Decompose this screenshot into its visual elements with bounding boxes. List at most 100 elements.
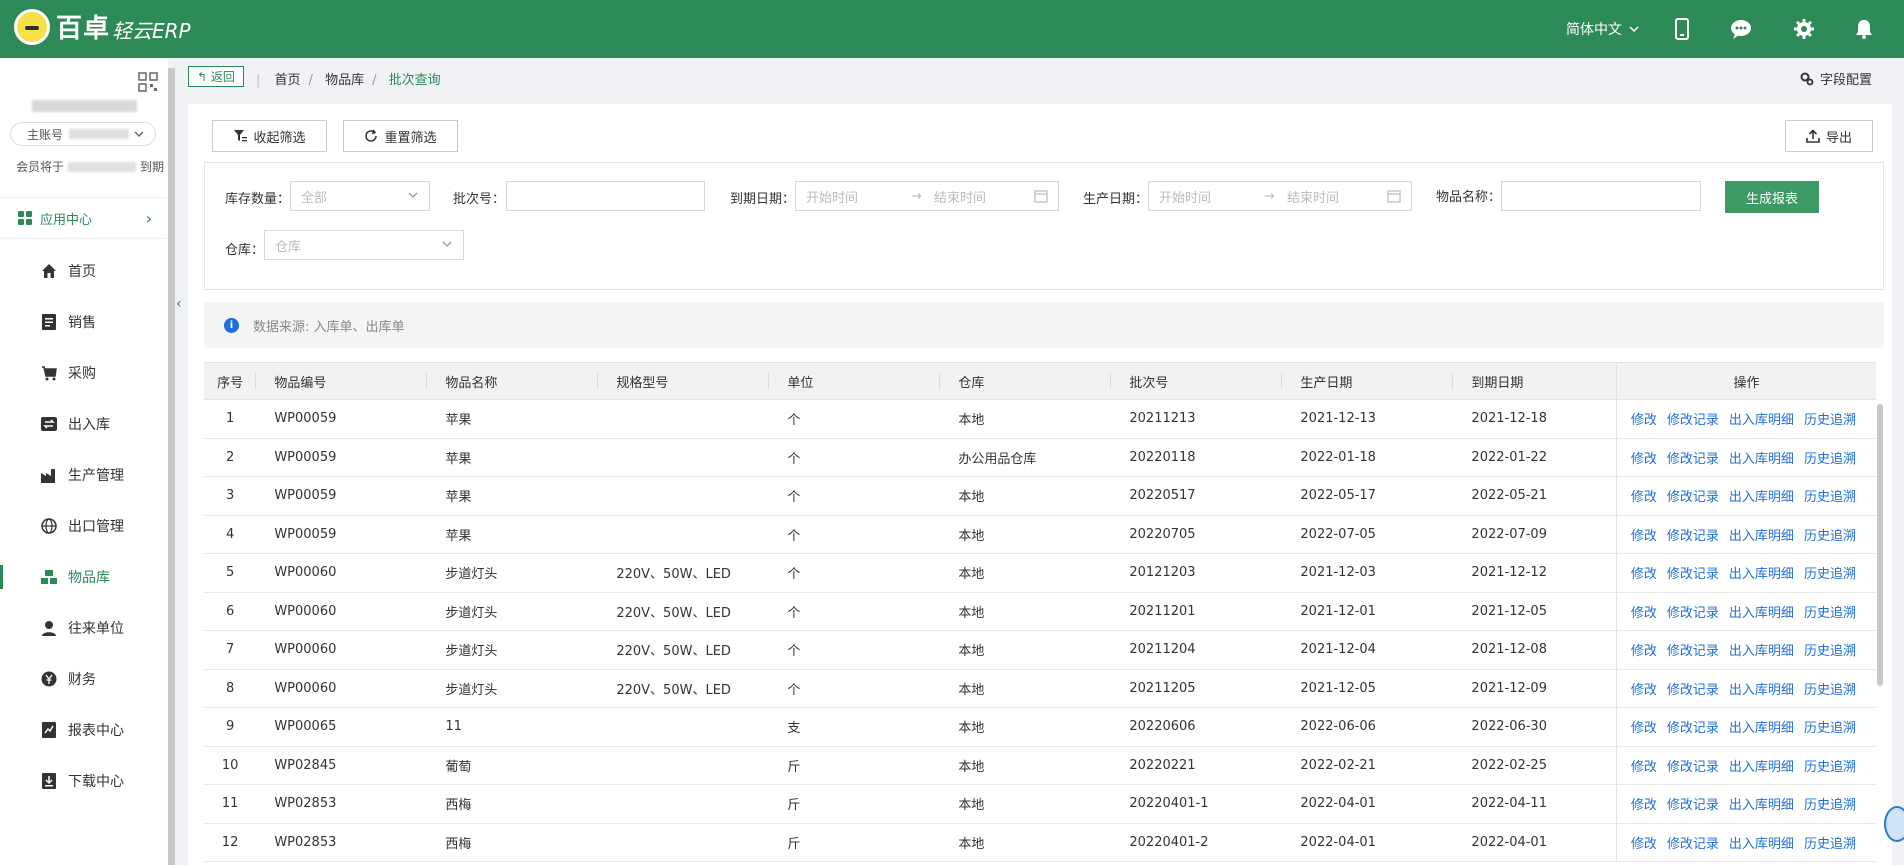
sidebar-item-inout[interactable]: 出入库	[0, 404, 166, 444]
field-config-button[interactable]: 字段配置	[1800, 69, 1872, 88]
inout-detail-link[interactable]: 出入库明细	[1729, 837, 1794, 852]
table-cell: WP00060	[256, 553, 428, 593]
produce-date-range[interactable]: 开始时间 → 结束时间	[1148, 181, 1412, 211]
logo[interactable]: 百卓 轻云ERP	[14, 8, 191, 45]
trace-history-link[interactable]: 历史追溯	[1804, 490, 1856, 505]
edit-history-link[interactable]: 修改记录	[1667, 644, 1719, 659]
sidebar-item-export[interactable]: 出口管理	[0, 506, 166, 546]
table-cell: 个	[769, 476, 941, 516]
column-header: 批次号	[1111, 362, 1283, 400]
edit-history-link[interactable]: 修改记录	[1667, 529, 1719, 544]
stock-qty-select[interactable]: 全部	[290, 181, 430, 211]
trace-history-link[interactable]: 历史追溯	[1804, 529, 1856, 544]
inout-detail-link[interactable]: 出入库明细	[1729, 683, 1794, 698]
inout-detail-link[interactable]: 出入库明细	[1729, 644, 1794, 659]
table-cell: 本地	[940, 592, 1112, 631]
sidebar-item-label: 出口管理	[68, 519, 124, 535]
edit-link[interactable]: 修改	[1631, 760, 1657, 775]
edit-link[interactable]: 修改	[1631, 490, 1657, 505]
column-header: 规格型号	[598, 362, 770, 400]
chat-icon[interactable]	[1729, 17, 1753, 41]
sidebar-item-downloads[interactable]: 下载中心	[0, 761, 166, 801]
edit-history-link[interactable]: 修改记录	[1667, 837, 1719, 852]
expire-date-range[interactable]: 开始时间 → 结束时间	[795, 181, 1059, 211]
inout-detail-link[interactable]: 出入库明细	[1729, 798, 1794, 813]
edit-history-link[interactable]: 修改记录	[1667, 567, 1719, 582]
assistant-mascot-icon[interactable]	[1884, 806, 1904, 842]
edit-link[interactable]: 修改	[1631, 683, 1657, 698]
bell-icon[interactable]	[1852, 17, 1876, 41]
sidebar-item-purchase[interactable]: 采购	[0, 353, 166, 393]
sidebar-item-finance[interactable]: 财务	[0, 659, 166, 699]
inout-detail-link[interactable]: 出入库明细	[1729, 760, 1794, 775]
edit-link[interactable]: 修改	[1631, 452, 1657, 467]
edit-history-link[interactable]: 修改记录	[1667, 413, 1719, 428]
export-button[interactable]: 导出	[1785, 120, 1873, 152]
trace-history-link[interactable]: 历史追溯	[1804, 837, 1856, 852]
sidebar-item-sales[interactable]: 销售	[0, 302, 166, 342]
reset-filter-button[interactable]: 重置筛选	[343, 120, 458, 152]
inout-detail-link[interactable]: 出入库明细	[1729, 721, 1794, 736]
sidebar-scrollbar[interactable]	[168, 68, 175, 865]
edit-history-link[interactable]: 修改记录	[1667, 606, 1719, 621]
breadcrumb-home[interactable]: 首页	[275, 73, 301, 88]
trace-history-link[interactable]: 历史追溯	[1804, 798, 1856, 813]
edit-link[interactable]: 修改	[1631, 567, 1657, 582]
edit-link[interactable]: 修改	[1631, 837, 1657, 852]
inout-detail-link[interactable]: 出入库明细	[1729, 606, 1794, 621]
edit-link[interactable]: 修改	[1631, 644, 1657, 659]
sidebar-item-partners[interactable]: 往来单位	[0, 608, 166, 648]
language-selector[interactable]: 简体中文	[1566, 19, 1640, 39]
item-name-input[interactable]	[1501, 181, 1701, 211]
collapse-filter-button[interactable]: 收起筛选	[212, 120, 327, 152]
warehouse-label: 仓库：	[225, 243, 265, 258]
warehouse-select[interactable]: 仓库	[264, 230, 464, 260]
trace-history-link[interactable]: 历史追溯	[1804, 606, 1856, 621]
sidebar-item-production[interactable]: 生产管理	[0, 455, 166, 495]
batch-no-label: 批次号：	[453, 192, 506, 207]
edit-link[interactable]: 修改	[1631, 606, 1657, 621]
sidebar-item-items[interactable]: 物品库	[0, 557, 166, 597]
edit-link[interactable]: 修改	[1631, 413, 1657, 428]
edit-history-link[interactable]: 修改记录	[1667, 452, 1719, 467]
trace-history-link[interactable]: 历史追溯	[1804, 683, 1856, 698]
edit-link[interactable]: 修改	[1631, 721, 1657, 736]
edit-history-link[interactable]: 修改记录	[1667, 721, 1719, 736]
edit-history-link[interactable]: 修改记录	[1667, 760, 1719, 775]
collapse-sidebar-icon[interactable]: ‹	[176, 296, 182, 312]
trace-history-link[interactable]: 历史追溯	[1804, 567, 1856, 582]
edit-history-link[interactable]: 修改记录	[1667, 683, 1719, 698]
inout-detail-link[interactable]: 出入库明细	[1729, 490, 1794, 505]
table-cell: 斤	[769, 823, 941, 862]
mobile-icon[interactable]	[1670, 17, 1694, 41]
edit-link[interactable]: 修改	[1631, 529, 1657, 544]
trace-history-link[interactable]: 历史追溯	[1804, 721, 1856, 736]
edit-history-link[interactable]: 修改记录	[1667, 490, 1719, 505]
inout-detail-link[interactable]: 出入库明细	[1729, 452, 1794, 467]
sidebar-item-reports[interactable]: 报表中心	[0, 710, 166, 750]
edit-history-link[interactable]: 修改记录	[1667, 798, 1719, 813]
produce-start-placeholder: 开始时间	[1159, 190, 1212, 206]
batch-no-input[interactable]	[506, 181, 705, 211]
column-header: 单位	[769, 362, 941, 400]
table-scrollbar[interactable]	[1877, 404, 1883, 686]
table-header-row: 序号 物品编号 物品名称 规格型号 单位 仓库 批次号 生产日期 到期日期 操作	[204, 362, 1876, 400]
item-name-label: 物品名称：	[1436, 190, 1502, 205]
edit-link[interactable]: 修改	[1631, 798, 1657, 813]
inout-detail-link[interactable]: 出入库明细	[1729, 413, 1794, 428]
gear-icon[interactable]	[1792, 17, 1816, 41]
account-selector[interactable]: 主账号	[10, 122, 156, 146]
table-cell: 2022-04-01	[1282, 784, 1454, 824]
generate-report-button[interactable]: 生成报表	[1725, 181, 1819, 213]
trace-history-link[interactable]: 历史追溯	[1804, 413, 1856, 428]
breadcrumb-items[interactable]: 物品库	[325, 73, 364, 88]
qrcode-icon[interactable]	[138, 72, 158, 96]
inout-detail-link[interactable]: 出入库明细	[1729, 567, 1794, 582]
app-center-link[interactable]: 应用中心 ›	[0, 197, 166, 239]
inout-detail-link[interactable]: 出入库明细	[1729, 529, 1794, 544]
sidebar-item-home[interactable]: 首页	[0, 251, 166, 291]
trace-history-link[interactable]: 历史追溯	[1804, 644, 1856, 659]
back-button[interactable]: ↰ 返回	[188, 66, 244, 87]
trace-history-link[interactable]: 历史追溯	[1804, 760, 1856, 775]
trace-history-link[interactable]: 历史追溯	[1804, 452, 1856, 467]
